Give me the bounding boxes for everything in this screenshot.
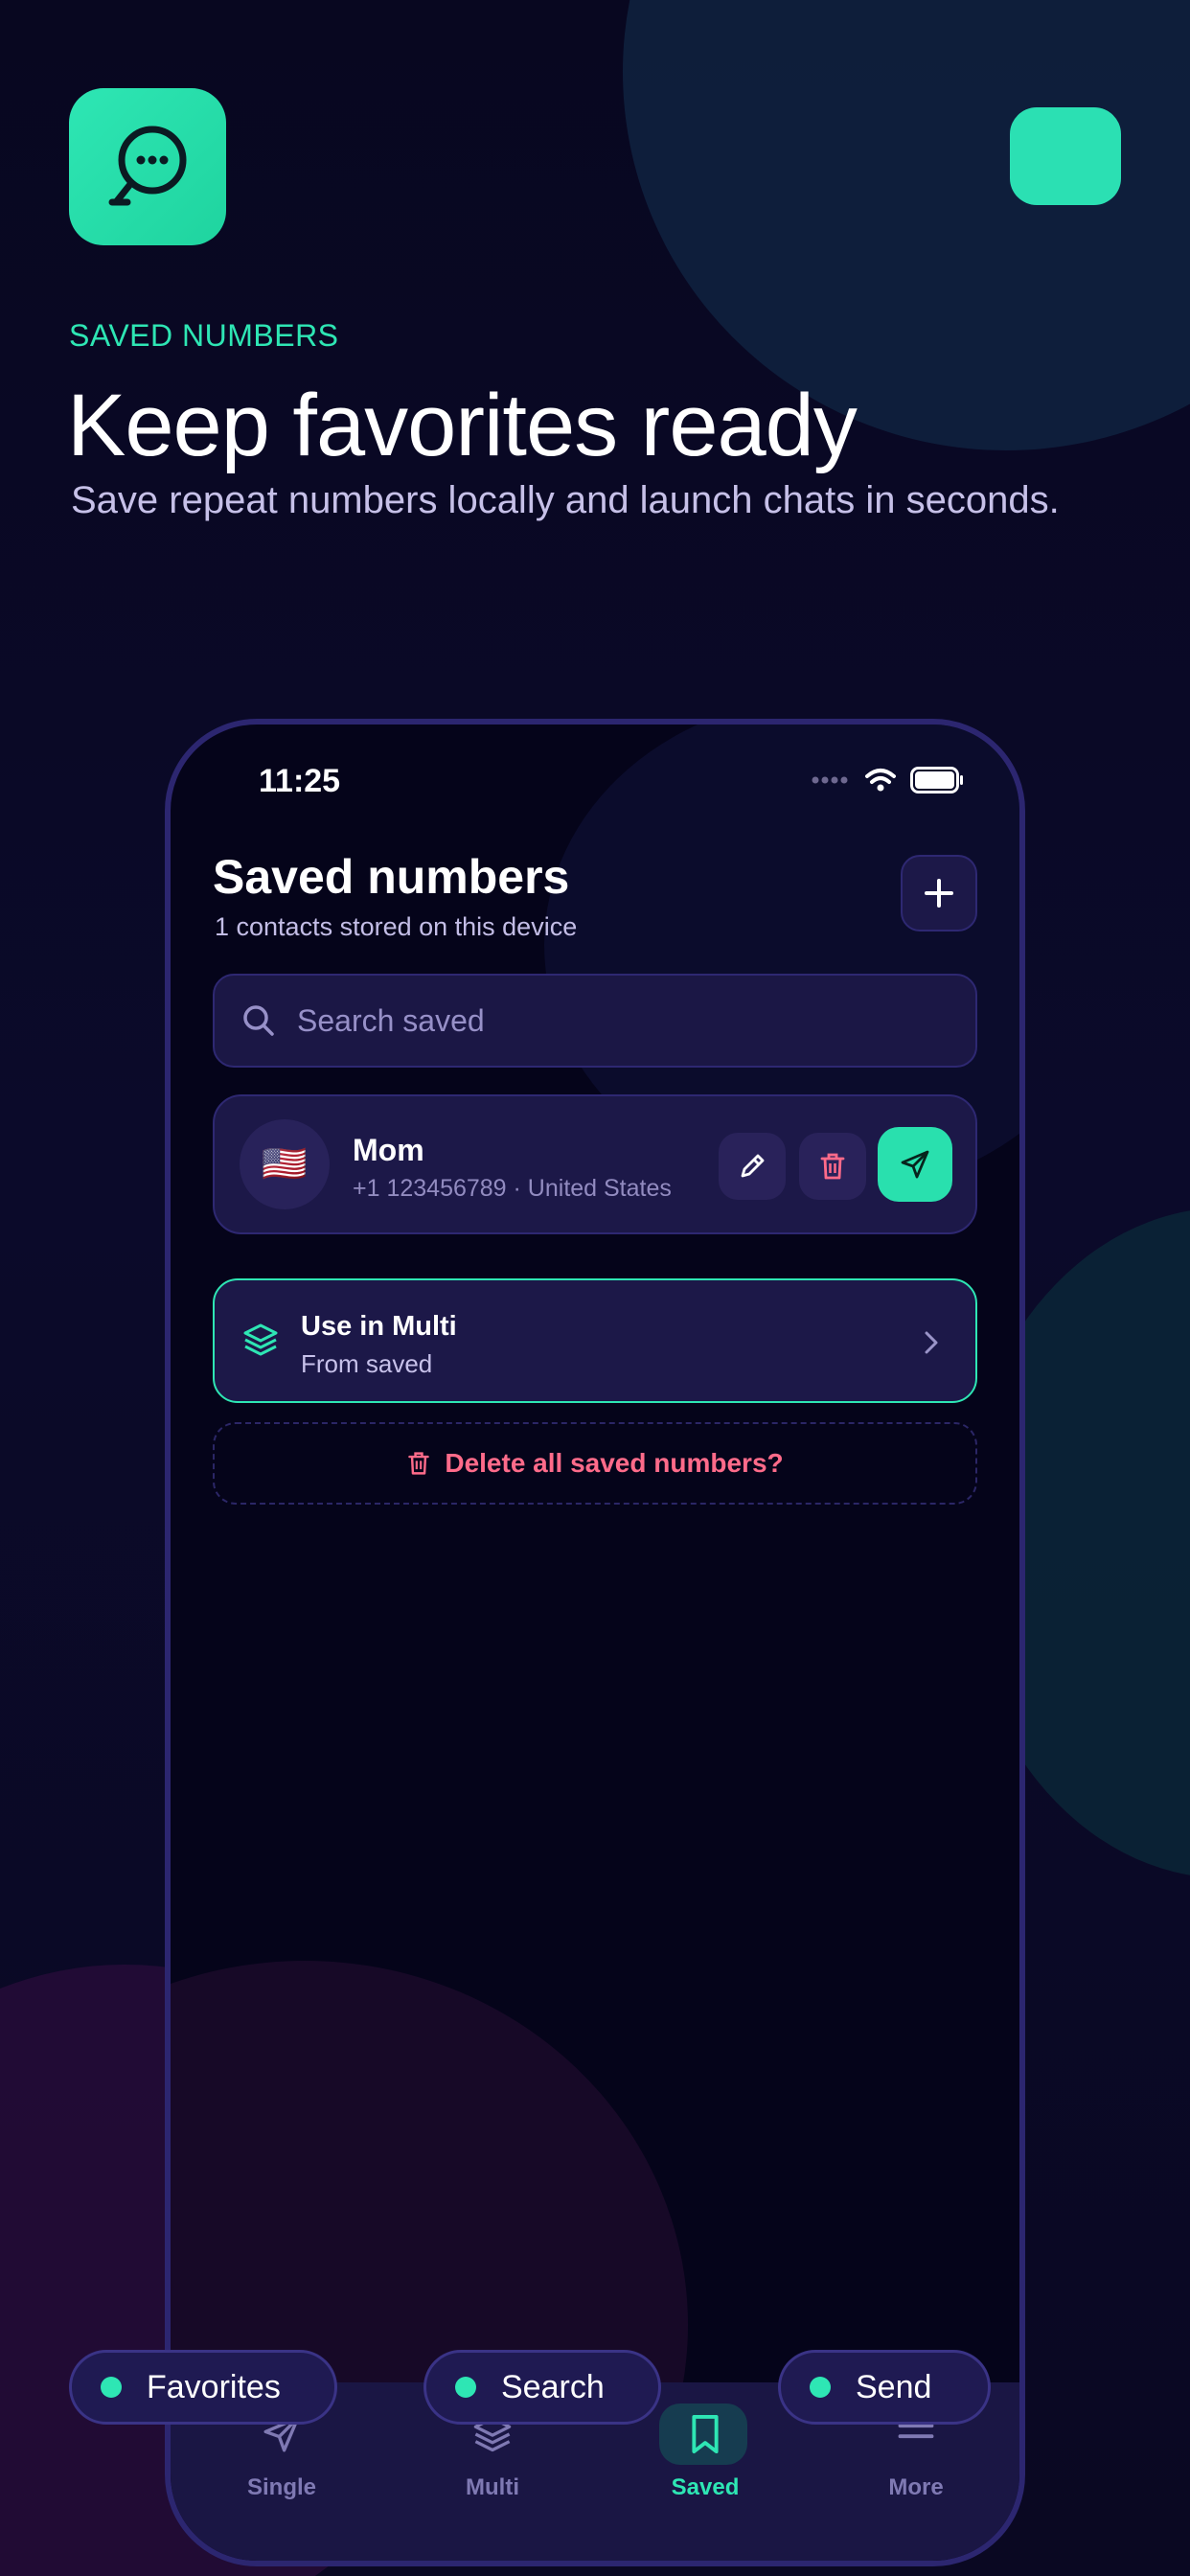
headline: Keep favorites ready: [67, 377, 858, 474]
screen-title: Saved numbers: [213, 850, 570, 904]
tab-label: Single: [246, 2474, 316, 2500]
chat-bubble-icon: [108, 126, 187, 206]
search-icon: [243, 1005, 274, 1036]
send-button[interactable]: [878, 1127, 952, 1202]
chip-label: Send: [856, 2368, 932, 2405]
use-in-multi-button[interactable]: Use in Multi From saved: [213, 1278, 977, 1403]
contact-number: +1 123456789 · United States: [353, 1175, 672, 1202]
layers-icon: [243, 1323, 278, 1356]
delete-all-label: Delete all saved numbers?: [445, 1448, 784, 1478]
delete-all-button[interactable]: Delete all saved numbers?: [213, 1422, 977, 1505]
contact-name: Mom: [353, 1133, 424, 1167]
chip-dot: [101, 2377, 122, 2398]
send-icon: [901, 1150, 929, 1179]
delete-button[interactable]: [799, 1133, 866, 1200]
pencil-icon: [741, 1154, 765, 1178]
tab-label: More: [888, 2474, 944, 2500]
chevron-right-icon: [925, 1331, 938, 1354]
chip-dot: [810, 2377, 831, 2398]
battery-icon: [910, 767, 963, 794]
status-icons: [811, 767, 964, 794]
feature-chip-send: Send: [778, 2350, 991, 2425]
feature-chip-favorites: Favorites: [69, 2350, 337, 2425]
plus-icon: [925, 879, 953, 908]
tab-label: Saved: [671, 2474, 740, 2500]
subheadline: Save repeat numbers locally and launch c…: [71, 479, 1060, 521]
status-time: 11:25: [259, 763, 341, 799]
feature-chip-search: Search: [423, 2350, 661, 2425]
signal-icon: [812, 776, 848, 784]
add-number-button[interactable]: [901, 855, 977, 932]
edit-button[interactable]: [719, 1133, 786, 1200]
saved-contact-card[interactable]: 🇺🇸 Mom +1 123456789 · United States: [213, 1094, 977, 1234]
bookmark-icon: [692, 2414, 719, 2454]
flag-avatar: 🇺🇸: [240, 1119, 330, 1209]
chip-dot: [455, 2377, 476, 2398]
chip-label: Search: [501, 2368, 605, 2405]
trash-icon: [408, 1452, 430, 1475]
chip-label: Favorites: [147, 2368, 281, 2405]
phone-frame: 11:25 Saved numbers 1 contacts stored on…: [165, 719, 1025, 2566]
wifi-icon: [865, 769, 896, 792]
multi-subtitle: From saved: [301, 1349, 433, 1378]
trash-icon: [820, 1153, 845, 1180]
decorative-pill: [1010, 107, 1121, 205]
app-icon: [69, 88, 226, 245]
tab-label: Multi: [466, 2474, 519, 2500]
screen-subtitle: 1 contacts stored on this device: [215, 912, 578, 941]
eyebrow-label: SAVED NUMBERS: [69, 318, 339, 353]
multi-title: Use in Multi: [301, 1311, 457, 1342]
search-placeholder: Search saved: [297, 1002, 485, 1038]
search-field[interactable]: Search saved: [213, 974, 977, 1068]
